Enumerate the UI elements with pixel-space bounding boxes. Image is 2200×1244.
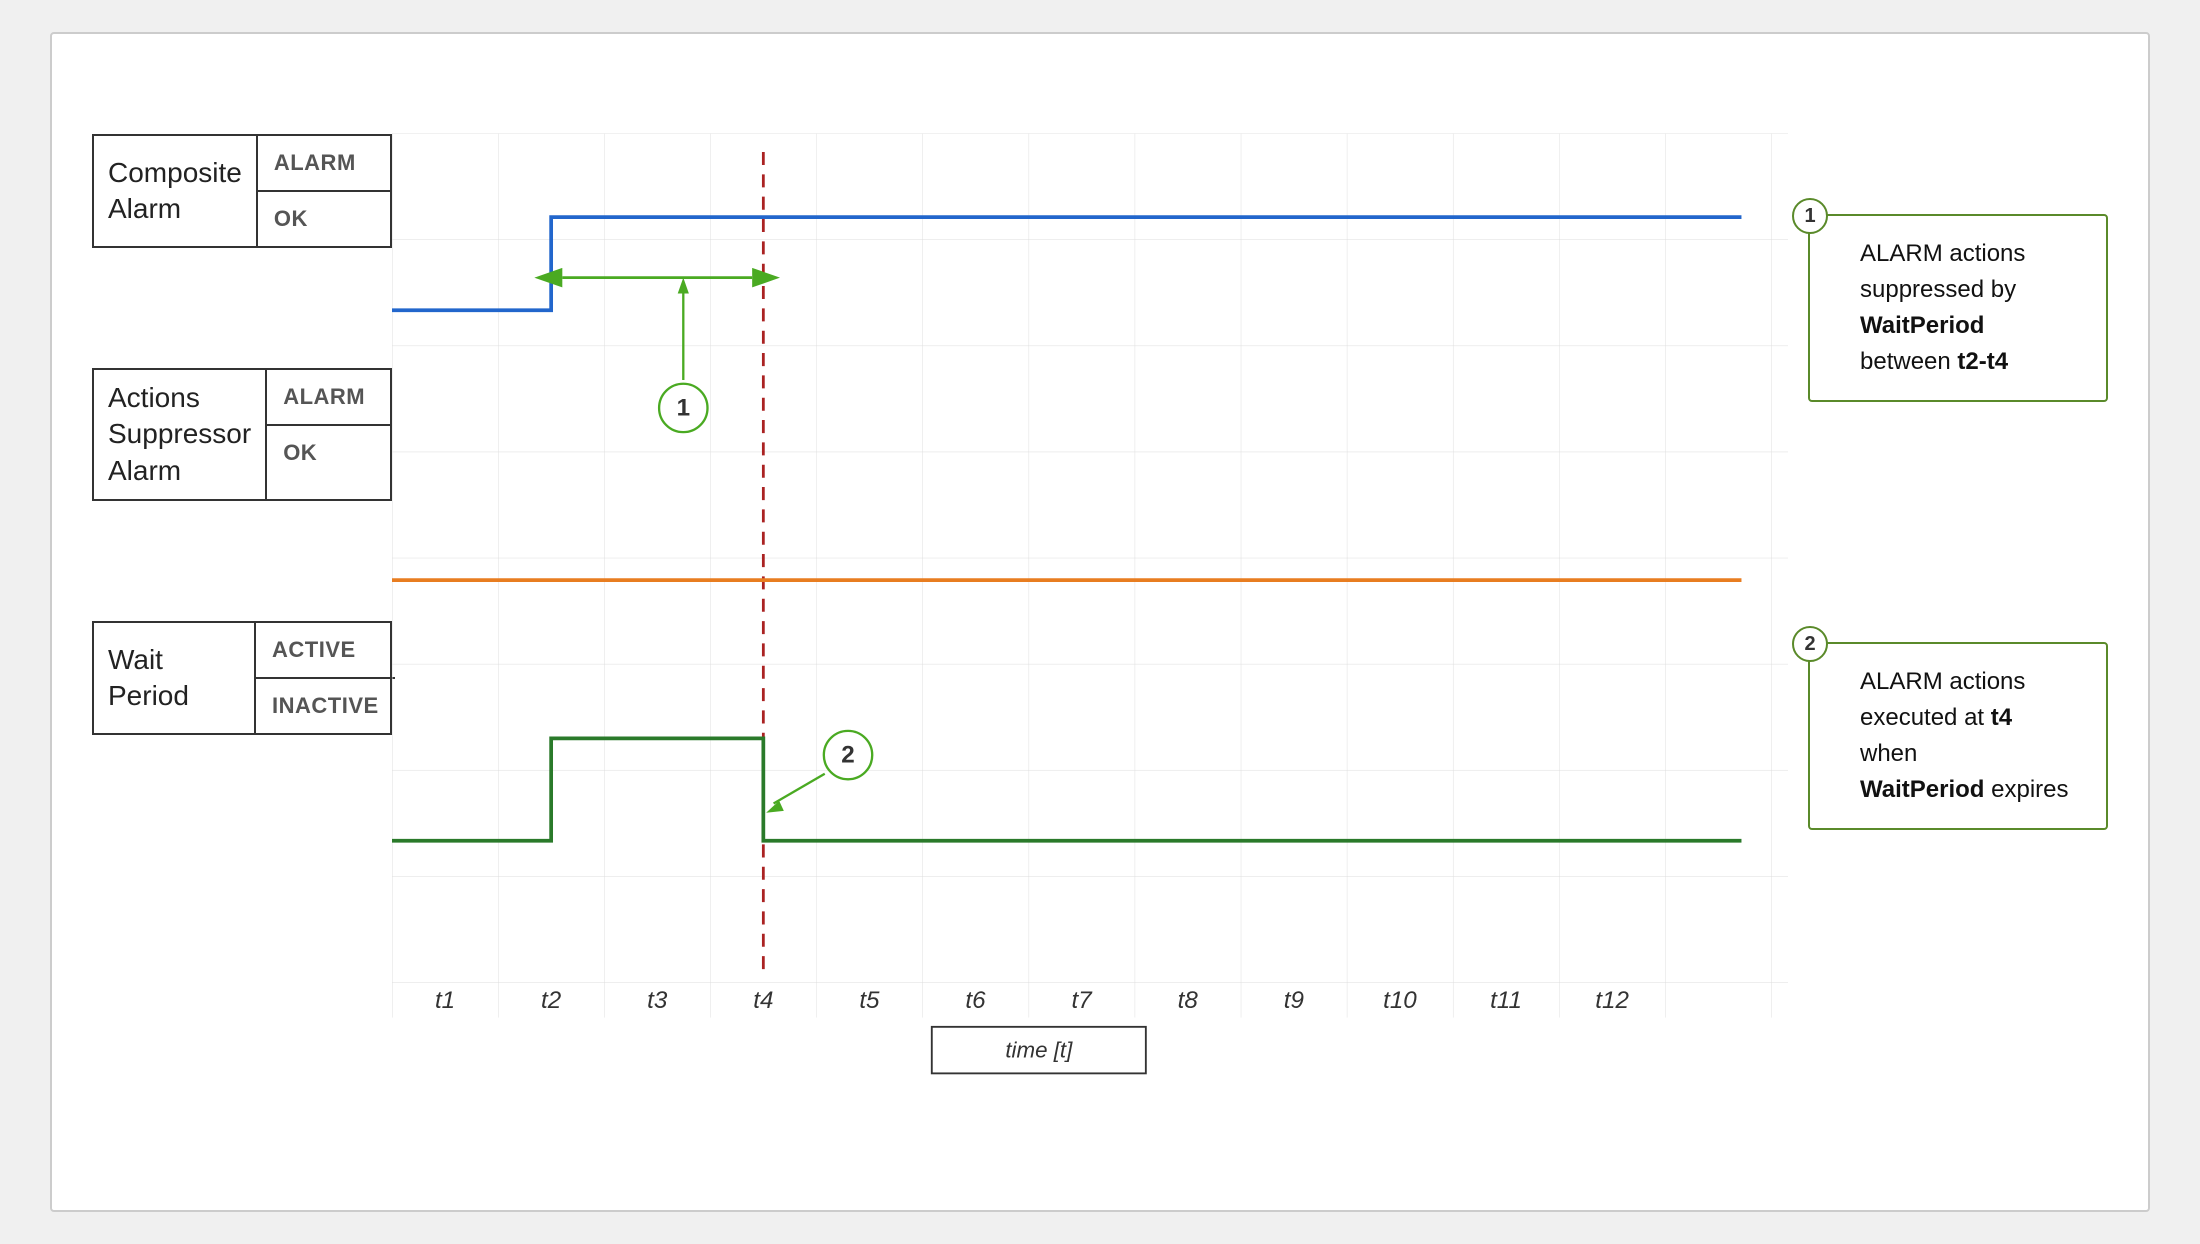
wait-period-state-active: ACTIVE	[256, 623, 395, 679]
time-axis-label: time [t]	[1005, 1038, 1073, 1063]
time-label-t7: t7	[1072, 987, 1094, 1014]
suppressor-alarm-state-ok: OK	[267, 426, 390, 480]
time-label-t8: t8	[1178, 987, 1199, 1014]
gap-1	[92, 248, 392, 368]
time-label-t3: t3	[647, 987, 668, 1014]
annotation-box-1: 1 ALARM actionssuppressed byWaitPeriodbe…	[1808, 214, 2108, 402]
time-label-t6: t6	[965, 987, 986, 1014]
suppressor-alarm-label: ActionsSuppressorAlarm ALARM OK	[92, 368, 392, 501]
annotation-number-2: 2	[1792, 626, 1828, 662]
time-label-t2: t2	[541, 987, 562, 1014]
suppressor-alarm-state-alarm: ALARM	[267, 370, 390, 426]
main-area: CompositeAlarm ALARM OK ActionsSuppresso…	[92, 74, 2108, 1170]
annotation-2-text: ALARM actionsexecuted at t4whenWaitPerio…	[1860, 668, 2069, 803]
marker-1-text: 1	[677, 394, 690, 421]
diagram-container: CompositeAlarm ALARM OK ActionsSuppresso…	[50, 32, 2150, 1212]
composite-alarm-label: CompositeAlarm ALARM OK	[92, 134, 392, 248]
time-label-t9: t9	[1284, 987, 1304, 1014]
time-label-t1: t1	[435, 987, 455, 1014]
annotation-box-2: 2 ALARM actionsexecuted at t4whenWaitPer…	[1808, 642, 2108, 830]
marker-2-text: 2	[841, 742, 854, 769]
suppressor-alarm-name: ActionsSuppressorAlarm	[94, 370, 265, 499]
wait-period-states: ACTIVE INACTIVE	[254, 623, 395, 733]
time-label-t5: t5	[859, 987, 880, 1014]
suppressor-alarm-states: ALARM OK	[265, 370, 390, 499]
time-label-t10: t10	[1383, 987, 1417, 1014]
composite-alarm-states: ALARM OK	[256, 136, 390, 246]
annotations-column: 1 ALARM actionssuppressed byWaitPeriodbe…	[1788, 74, 2108, 1170]
time-label-t4: t4	[753, 987, 773, 1014]
chart-area: 1 2 t1 t2 t3 t4	[392, 74, 1788, 1170]
wait-period-state-inactive: INACTIVE	[256, 679, 395, 733]
labels-column: CompositeAlarm ALARM OK ActionsSuppresso…	[92, 74, 392, 1170]
composite-alarm-state-ok: OK	[258, 192, 390, 246]
annotation-number-1: 1	[1792, 198, 1828, 234]
chart-svg: 1 2 t1 t2 t3 t4	[392, 74, 1788, 1170]
composite-alarm-state-alarm: ALARM	[258, 136, 390, 192]
time-label-t12: t12	[1595, 987, 1629, 1014]
wait-period-name: WaitPeriod	[94, 623, 254, 733]
composite-alarm-name: CompositeAlarm	[94, 136, 256, 246]
wait-period-label: WaitPeriod ACTIVE INACTIVE	[92, 621, 392, 735]
time-label-t11: t11	[1490, 987, 1522, 1014]
gap-2	[92, 501, 392, 621]
annotation-1-text: ALARM actionssuppressed byWaitPeriodbetw…	[1860, 240, 2025, 375]
